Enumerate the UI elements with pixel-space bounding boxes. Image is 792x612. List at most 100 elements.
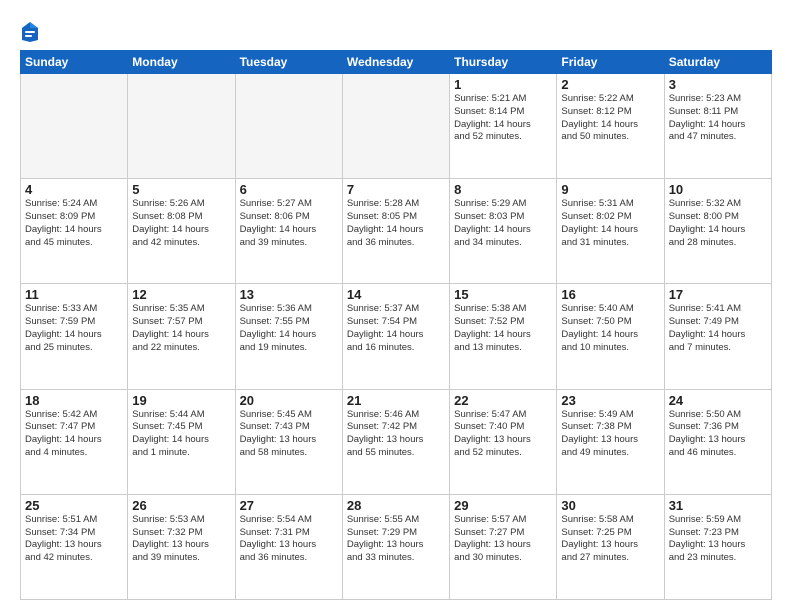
day-number: 1 — [454, 77, 552, 92]
day-number: 23 — [561, 393, 659, 408]
day-header-monday: Monday — [128, 51, 235, 74]
day-info: Sunrise: 5:37 AMSunset: 7:54 PMDaylight:… — [347, 303, 445, 354]
calendar-cell: 1Sunrise: 5:21 AMSunset: 8:14 PMDaylight… — [450, 74, 557, 179]
header — [20, 16, 772, 44]
calendar-cell: 16Sunrise: 5:40 AMSunset: 7:50 PMDayligh… — [557, 284, 664, 389]
day-header-tuesday: Tuesday — [235, 51, 342, 74]
calendar-cell: 8Sunrise: 5:29 AMSunset: 8:03 PMDaylight… — [450, 179, 557, 284]
logo-icon — [20, 20, 40, 44]
calendar-cell: 5Sunrise: 5:26 AMSunset: 8:08 PMDaylight… — [128, 179, 235, 284]
day-number: 7 — [347, 182, 445, 197]
day-number: 16 — [561, 287, 659, 302]
calendar-cell: 10Sunrise: 5:32 AMSunset: 8:00 PMDayligh… — [664, 179, 771, 284]
day-number: 22 — [454, 393, 552, 408]
day-number: 26 — [132, 498, 230, 513]
day-header-wednesday: Wednesday — [342, 51, 449, 74]
week-row-5: 25Sunrise: 5:51 AMSunset: 7:34 PMDayligh… — [21, 494, 772, 599]
day-info: Sunrise: 5:53 AMSunset: 7:32 PMDaylight:… — [132, 514, 230, 565]
day-info: Sunrise: 5:24 AMSunset: 8:09 PMDaylight:… — [25, 198, 123, 249]
day-number: 20 — [240, 393, 338, 408]
day-number: 10 — [669, 182, 767, 197]
day-number: 11 — [25, 287, 123, 302]
day-number: 6 — [240, 182, 338, 197]
day-info: Sunrise: 5:31 AMSunset: 8:02 PMDaylight:… — [561, 198, 659, 249]
day-info: Sunrise: 5:51 AMSunset: 7:34 PMDaylight:… — [25, 514, 123, 565]
calendar-cell: 18Sunrise: 5:42 AMSunset: 7:47 PMDayligh… — [21, 389, 128, 494]
calendar-cell: 24Sunrise: 5:50 AMSunset: 7:36 PMDayligh… — [664, 389, 771, 494]
day-info: Sunrise: 5:35 AMSunset: 7:57 PMDaylight:… — [132, 303, 230, 354]
day-number: 5 — [132, 182, 230, 197]
day-info: Sunrise: 5:59 AMSunset: 7:23 PMDaylight:… — [669, 514, 767, 565]
day-info: Sunrise: 5:33 AMSunset: 7:59 PMDaylight:… — [25, 303, 123, 354]
calendar-cell: 19Sunrise: 5:44 AMSunset: 7:45 PMDayligh… — [128, 389, 235, 494]
week-row-3: 11Sunrise: 5:33 AMSunset: 7:59 PMDayligh… — [21, 284, 772, 389]
day-number: 15 — [454, 287, 552, 302]
calendar-cell: 27Sunrise: 5:54 AMSunset: 7:31 PMDayligh… — [235, 494, 342, 599]
calendar-cell: 23Sunrise: 5:49 AMSunset: 7:38 PMDayligh… — [557, 389, 664, 494]
day-number: 30 — [561, 498, 659, 513]
day-number: 9 — [561, 182, 659, 197]
day-number: 21 — [347, 393, 445, 408]
calendar-cell — [342, 74, 449, 179]
calendar-cell: 6Sunrise: 5:27 AMSunset: 8:06 PMDaylight… — [235, 179, 342, 284]
day-info: Sunrise: 5:22 AMSunset: 8:12 PMDaylight:… — [561, 93, 659, 144]
calendar-cell: 29Sunrise: 5:57 AMSunset: 7:27 PMDayligh… — [450, 494, 557, 599]
calendar-cell: 26Sunrise: 5:53 AMSunset: 7:32 PMDayligh… — [128, 494, 235, 599]
day-info: Sunrise: 5:58 AMSunset: 7:25 PMDaylight:… — [561, 514, 659, 565]
day-info: Sunrise: 5:55 AMSunset: 7:29 PMDaylight:… — [347, 514, 445, 565]
day-info: Sunrise: 5:32 AMSunset: 8:00 PMDaylight:… — [669, 198, 767, 249]
day-number: 8 — [454, 182, 552, 197]
calendar-cell: 13Sunrise: 5:36 AMSunset: 7:55 PMDayligh… — [235, 284, 342, 389]
calendar-cell — [21, 74, 128, 179]
day-header-sunday: Sunday — [21, 51, 128, 74]
calendar-cell — [128, 74, 235, 179]
day-info: Sunrise: 5:28 AMSunset: 8:05 PMDaylight:… — [347, 198, 445, 249]
calendar-cell: 9Sunrise: 5:31 AMSunset: 8:02 PMDaylight… — [557, 179, 664, 284]
day-info: Sunrise: 5:27 AMSunset: 8:06 PMDaylight:… — [240, 198, 338, 249]
day-info: Sunrise: 5:38 AMSunset: 7:52 PMDaylight:… — [454, 303, 552, 354]
day-number: 12 — [132, 287, 230, 302]
calendar-cell: 25Sunrise: 5:51 AMSunset: 7:34 PMDayligh… — [21, 494, 128, 599]
day-number: 4 — [25, 182, 123, 197]
day-info: Sunrise: 5:49 AMSunset: 7:38 PMDaylight:… — [561, 409, 659, 460]
calendar-cell: 30Sunrise: 5:58 AMSunset: 7:25 PMDayligh… — [557, 494, 664, 599]
day-info: Sunrise: 5:29 AMSunset: 8:03 PMDaylight:… — [454, 198, 552, 249]
calendar-cell: 20Sunrise: 5:45 AMSunset: 7:43 PMDayligh… — [235, 389, 342, 494]
day-number: 24 — [669, 393, 767, 408]
day-number: 27 — [240, 498, 338, 513]
day-info: Sunrise: 5:40 AMSunset: 7:50 PMDaylight:… — [561, 303, 659, 354]
day-header-friday: Friday — [557, 51, 664, 74]
calendar-cell: 3Sunrise: 5:23 AMSunset: 8:11 PMDaylight… — [664, 74, 771, 179]
week-row-4: 18Sunrise: 5:42 AMSunset: 7:47 PMDayligh… — [21, 389, 772, 494]
day-number: 31 — [669, 498, 767, 513]
calendar-cell: 22Sunrise: 5:47 AMSunset: 7:40 PMDayligh… — [450, 389, 557, 494]
day-info: Sunrise: 5:21 AMSunset: 8:14 PMDaylight:… — [454, 93, 552, 144]
calendar-cell: 7Sunrise: 5:28 AMSunset: 8:05 PMDaylight… — [342, 179, 449, 284]
calendar-table: SundayMondayTuesdayWednesdayThursdayFrid… — [20, 50, 772, 600]
day-number: 25 — [25, 498, 123, 513]
day-number: 18 — [25, 393, 123, 408]
calendar-cell: 21Sunrise: 5:46 AMSunset: 7:42 PMDayligh… — [342, 389, 449, 494]
day-info: Sunrise: 5:41 AMSunset: 7:49 PMDaylight:… — [669, 303, 767, 354]
calendar-cell: 4Sunrise: 5:24 AMSunset: 8:09 PMDaylight… — [21, 179, 128, 284]
calendar-cell: 11Sunrise: 5:33 AMSunset: 7:59 PMDayligh… — [21, 284, 128, 389]
calendar-cell: 28Sunrise: 5:55 AMSunset: 7:29 PMDayligh… — [342, 494, 449, 599]
day-info: Sunrise: 5:45 AMSunset: 7:43 PMDaylight:… — [240, 409, 338, 460]
calendar-cell: 14Sunrise: 5:37 AMSunset: 7:54 PMDayligh… — [342, 284, 449, 389]
calendar-cell — [235, 74, 342, 179]
logo — [20, 20, 42, 44]
day-number: 17 — [669, 287, 767, 302]
day-number: 13 — [240, 287, 338, 302]
day-header-thursday: Thursday — [450, 51, 557, 74]
day-number: 29 — [454, 498, 552, 513]
day-info: Sunrise: 5:57 AMSunset: 7:27 PMDaylight:… — [454, 514, 552, 565]
day-info: Sunrise: 5:23 AMSunset: 8:11 PMDaylight:… — [669, 93, 767, 144]
day-header-saturday: Saturday — [664, 51, 771, 74]
day-number: 28 — [347, 498, 445, 513]
week-row-1: 1Sunrise: 5:21 AMSunset: 8:14 PMDaylight… — [21, 74, 772, 179]
header-row: SundayMondayTuesdayWednesdayThursdayFrid… — [21, 51, 772, 74]
day-number: 14 — [347, 287, 445, 302]
day-number: 3 — [669, 77, 767, 92]
calendar-cell: 2Sunrise: 5:22 AMSunset: 8:12 PMDaylight… — [557, 74, 664, 179]
day-number: 19 — [132, 393, 230, 408]
